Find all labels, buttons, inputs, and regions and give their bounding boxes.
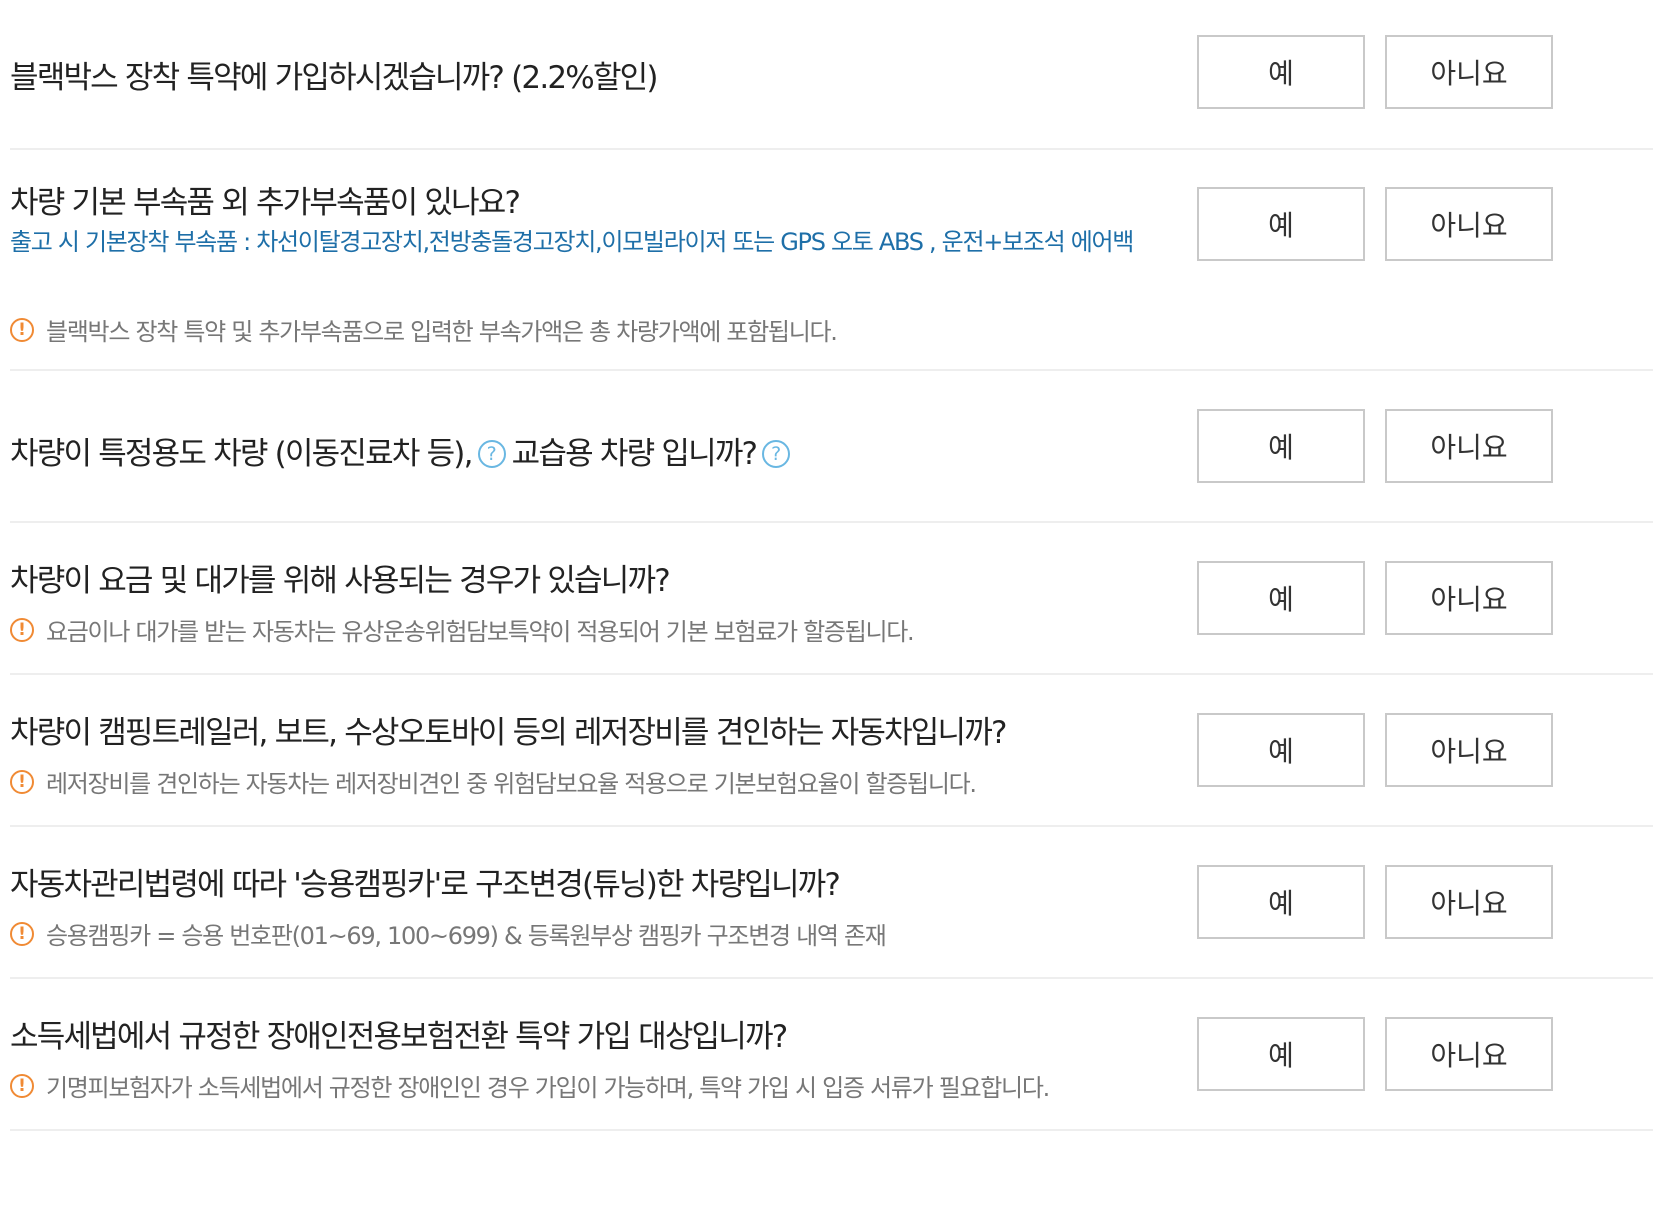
yes-button[interactable]: 예 — [1197, 865, 1365, 939]
yes-button[interactable]: 예 — [1197, 409, 1365, 483]
no-button[interactable]: 아니요 — [1385, 865, 1553, 939]
warning-note: ! 요금이나 대가를 받는 자동차는 유상운송위험담보특약이 적용되어 기본 보… — [10, 612, 915, 647]
default-accessories-info: 출고 시 기본장착 부속품 : 차선이탈경고장치,전방충돌경고장치,이모빌라이저… — [10, 228, 1134, 256]
no-button[interactable]: 아니요 — [1385, 561, 1553, 635]
no-button[interactable]: 아니요 — [1385, 713, 1553, 787]
warning-icon: ! — [10, 769, 34, 794]
yes-button[interactable]: 예 — [1197, 35, 1365, 109]
help-icon[interactable]: ? — [762, 439, 791, 468]
no-button[interactable]: 아니요 — [1385, 187, 1553, 261]
no-button[interactable]: 아니요 — [1385, 35, 1553, 109]
warning-note: ! 블랙박스 장착 특약 및 추가부속품으로 입력한 부속가액은 총 차량가액에… — [10, 312, 838, 347]
question-row-paid-use: 차량이 요금 및 대가를 위해 사용되는 경우가 있습니까? ! 요금이나 대가… — [10, 523, 1653, 675]
warning-note-text: 승용캠핑카 = 승용 번호판(01~69, 100~699) & 등록원부상 캠… — [46, 922, 887, 950]
question-list: 블랙박스 장착 특약에 가입하시겠습니까? (2.2%할인) 예 아니요 차량 … — [10, 0, 1653, 1131]
warning-icon: ! — [10, 617, 34, 642]
question-title: 자동차관리법령에 따라 '승용캠핑카'로 구조변경(튜닝)한 차량입니까? — [10, 867, 841, 903]
warning-note: ! 승용캠핑카 = 승용 번호판(01~69, 100~699) & 등록원부상… — [10, 916, 887, 951]
no-button[interactable]: 아니요 — [1385, 409, 1553, 483]
question-title-part2: 교습용 차량 입니까? — [511, 436, 758, 472]
question-title: 차량 기본 부속품 외 추가부속품이 있나요? — [10, 185, 521, 221]
question-title: 차량이 특정용도 차량 (이동진료차 등),? 교습용 차량 입니까?? — [10, 428, 796, 473]
question-row-blackbox: 블랙박스 장착 특약에 가입하시겠습니까? (2.2%할인) 예 아니요 — [10, 0, 1653, 150]
warning-note-text: 레저장비를 견인하는 자동차는 레저장비견인 중 위험담보요율 적용으로 기본보… — [46, 770, 977, 798]
warning-note: ! 기명피보험자가 소득세법에서 규정한 장애인인 경우 가입이 가능하며, 특… — [10, 1068, 1050, 1103]
question-row-disability: 소득세법에서 규정한 장애인전용보험전환 특약 가입 대상입니까? ! 기명피보… — [10, 979, 1653, 1131]
yes-button[interactable]: 예 — [1197, 561, 1365, 635]
question-row-special-purpose: 차량이 특정용도 차량 (이동진료차 등),? 교습용 차량 입니까?? 예 아니… — [10, 371, 1653, 523]
question-row-camping-car: 자동차관리법령에 따라 '승용캠핑카'로 구조변경(튜닝)한 차량입니까? ! … — [10, 827, 1653, 979]
warning-note-text: 요금이나 대가를 받는 자동차는 유상운송위험담보특약이 적용되어 기본 보험료… — [46, 618, 915, 646]
warning-icon: ! — [10, 921, 34, 946]
question-title: 블랙박스 장착 특약에 가입하시겠습니까? (2.2%할인) — [10, 60, 659, 96]
warning-icon: ! — [10, 1073, 34, 1098]
question-title: 차량이 요금 및 대가를 위해 사용되는 경우가 있습니까? — [10, 563, 671, 599]
yes-button[interactable]: 예 — [1197, 1017, 1365, 1091]
warning-note-text: 기명피보험자가 소득세법에서 규정한 장애인인 경우 가입이 가능하며, 특약 … — [46, 1074, 1050, 1102]
question-row-accessories: 차량 기본 부속품 외 추가부속품이 있나요? 출고 시 기본장착 부속품 : … — [10, 150, 1653, 371]
help-icon[interactable]: ? — [477, 439, 506, 468]
question-row-leisure-towing: 차량이 캠핑트레일러, 보트, 수상오토바이 등의 레저장비를 견인하는 자동차… — [10, 675, 1653, 827]
question-title: 차량이 캠핑트레일러, 보트, 수상오토바이 등의 레저장비를 견인하는 자동차… — [10, 715, 1007, 751]
yes-button[interactable]: 예 — [1197, 187, 1365, 261]
no-button[interactable]: 아니요 — [1385, 1017, 1553, 1091]
warning-note-text: 블랙박스 장착 특약 및 추가부속품으로 입력한 부속가액은 총 차량가액에 포… — [46, 318, 838, 346]
warning-icon: ! — [10, 317, 34, 342]
yes-button[interactable]: 예 — [1197, 713, 1365, 787]
warning-note: ! 레저장비를 견인하는 자동차는 레저장비견인 중 위험담보요율 적용으로 기… — [10, 764, 977, 799]
question-title: 소득세법에서 규정한 장애인전용보험전환 특약 가입 대상입니까? — [10, 1019, 788, 1055]
question-title-part1: 차량이 특정용도 차량 (이동진료차 등), — [10, 436, 473, 472]
